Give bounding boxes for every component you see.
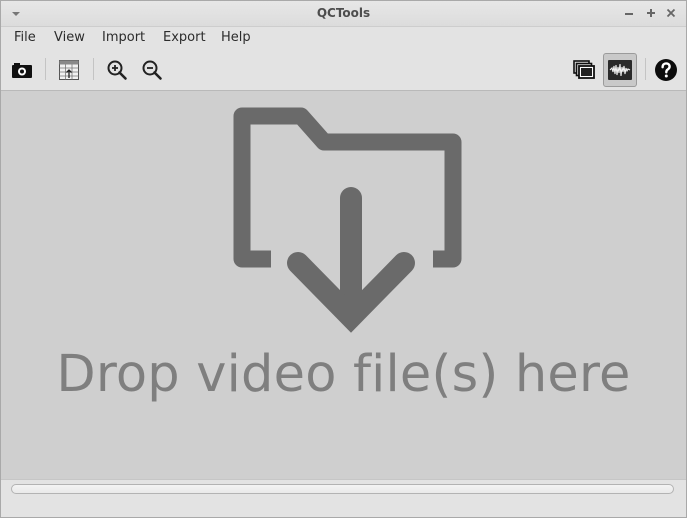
toolbar	[1, 49, 686, 91]
help-button[interactable]	[651, 55, 681, 85]
zoom-in-button[interactable]	[102, 55, 132, 85]
help-icon	[655, 59, 677, 81]
folder-download-icon	[233, 107, 462, 333]
toolbar-separator	[645, 58, 646, 80]
title-bar[interactable]: QCTools	[1, 1, 686, 27]
drop-zone[interactable]: Drop video file(s) here	[1, 91, 686, 481]
close-icon[interactable]	[663, 5, 679, 21]
window-stack-button[interactable]	[569, 55, 599, 85]
scrollbar-track[interactable]	[11, 484, 674, 494]
zoom-out-button[interactable]	[137, 55, 167, 85]
app-window: QCTools File View Import Export Help Dro…	[0, 0, 687, 518]
waveform-toggle-button[interactable]	[603, 53, 637, 87]
waveform-icon	[608, 60, 632, 80]
menu-help[interactable]: Help	[221, 30, 251, 45]
export-table-button[interactable]	[54, 55, 84, 85]
open-file-icon	[12, 63, 32, 78]
horizontal-scrollbar[interactable]	[1, 479, 686, 500]
menu-import[interactable]: Import	[102, 30, 145, 45]
window-stack-icon	[573, 60, 595, 79]
minimize-icon[interactable]	[621, 5, 637, 21]
menu-view[interactable]: View	[54, 30, 85, 45]
zoom-in-icon	[107, 60, 127, 80]
status-bar	[1, 499, 686, 517]
export-table-icon	[59, 60, 79, 80]
open-file-button[interactable]	[7, 55, 37, 85]
drop-zone-label: Drop video file(s) here	[56, 345, 631, 404]
toolbar-separator	[93, 58, 94, 80]
toolbar-separator	[45, 58, 46, 80]
zoom-out-icon	[142, 60, 162, 80]
menu-file[interactable]: File	[14, 30, 36, 45]
maximize-icon[interactable]	[643, 5, 659, 21]
menu-export[interactable]: Export	[163, 30, 206, 45]
menu-bar: File View Import Export Help	[1, 27, 686, 49]
window-title: QCTools	[316, 6, 371, 20]
